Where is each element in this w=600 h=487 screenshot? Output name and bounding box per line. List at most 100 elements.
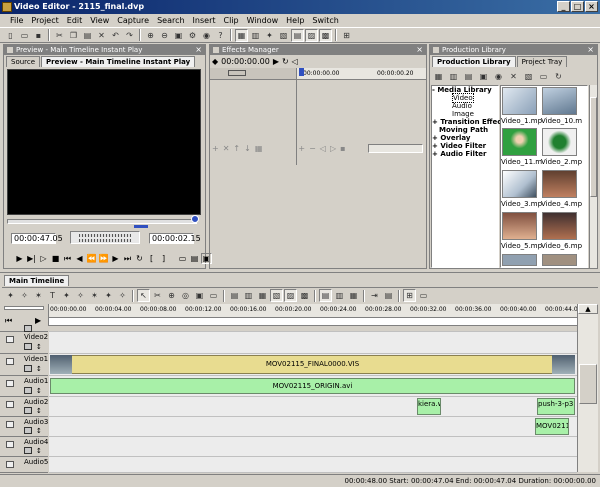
maximize-button[interactable]: □ (571, 1, 584, 12)
layout-5-icon[interactable]: ▨ (305, 28, 318, 42)
lock-icon[interactable] (6, 401, 14, 408)
track-visibility-icon[interactable] (24, 343, 32, 350)
thumb-video-2[interactable] (542, 128, 577, 156)
effect-playhead[interactable] (299, 68, 304, 76)
tab-source[interactable]: Source (6, 56, 41, 67)
help-icon[interactable]: ? (214, 29, 227, 42)
track-expand-icon[interactable]: ↕ (36, 407, 42, 415)
effect-hscroll[interactable] (368, 144, 423, 153)
track-expand-icon[interactable]: ↕ (36, 365, 42, 373)
copy-icon[interactable]: ❐ (67, 29, 80, 42)
effect-play-icon[interactable]: ▶ (273, 57, 279, 66)
effect-loop-icon[interactable]: ↻ (282, 57, 289, 66)
close-button[interactable]: × (585, 1, 598, 12)
effect-ruler[interactable]: 00:00:00.00 00:00:00.20 (297, 68, 426, 80)
clip-audio2-a[interactable]: kiera.wa (417, 398, 441, 415)
thumb-video-1[interactable] (502, 87, 537, 115)
tl-text-icon[interactable]: T (46, 289, 59, 302)
lib-refresh-icon[interactable]: ↻ (552, 70, 565, 83)
zoom-tool-icon[interactable]: ⊕ (165, 289, 178, 302)
tl-view1-icon[interactable]: ▤ (228, 289, 241, 302)
mark-in-icon[interactable]: [ (146, 253, 157, 264)
lib-view1-icon[interactable]: ▦ (432, 70, 445, 83)
new-file-icon[interactable]: ▯ (4, 29, 17, 42)
track-mute-icon[interactable] (24, 387, 32, 394)
next-frame-icon[interactable]: ▶ (110, 253, 121, 264)
open-folder-icon[interactable]: ▭ (18, 29, 31, 42)
zoom-out-icon[interactable]: ⊖ (158, 29, 171, 42)
mark-out-icon[interactable]: ] (158, 253, 169, 264)
undo-icon[interactable]: ↶ (109, 29, 122, 42)
split-view-icon[interactable]: ▤ (189, 253, 200, 264)
thumb-video-10[interactable] (542, 87, 577, 115)
current-time-display[interactable]: 00:00:47.05 (11, 233, 63, 244)
tab-project-tray[interactable]: Project Tray (516, 56, 568, 67)
lib-folder-icon[interactable]: ▭ (537, 70, 550, 83)
rewind-icon[interactable]: ⏪ (86, 253, 97, 264)
tl-list-icon[interactable]: ▤ (382, 289, 395, 302)
zoom-in-icon[interactable]: ⊕ (144, 29, 157, 42)
lib-capture-icon[interactable]: ◉ (492, 70, 505, 83)
menu-search[interactable]: Search (153, 14, 188, 27)
tl-tool5-icon[interactable]: ▣ (193, 289, 206, 302)
tl-view3-icon[interactable]: ▦ (256, 289, 269, 302)
tl-view7-icon[interactable]: ▤ (319, 289, 332, 302)
track-expand-icon[interactable]: ↕ (36, 387, 42, 395)
menu-project[interactable]: Project (27, 14, 62, 27)
library-vscroll[interactable] (589, 85, 597, 268)
down-icon[interactable]: ↓ (244, 144, 251, 153)
tl-end-icon[interactable]: ▶ (35, 316, 41, 325)
menu-edit[interactable]: Edit (63, 14, 87, 27)
loop-icon[interactable]: ↻ (134, 253, 145, 264)
tl-fx7-icon[interactable]: ✦ (102, 289, 115, 302)
go-start-icon[interactable]: ⏮ (62, 253, 73, 264)
go-end-icon[interactable]: ⏭ (122, 253, 133, 264)
tree-moving-path[interactable]: Moving Path (432, 126, 498, 134)
lock-icon[interactable] (6, 380, 14, 387)
tl-grid-icon[interactable]: ⊞ (403, 289, 416, 302)
layout-3-icon[interactable]: ▧ (277, 29, 290, 42)
clip-audio1[interactable]: MOV02115_ORIGIN.avi (50, 378, 575, 394)
select-tool-icon[interactable]: ↖ (137, 289, 150, 302)
lock-icon[interactable] (6, 421, 14, 428)
layout-4-icon[interactable]: ▤ (291, 28, 304, 42)
redo-icon[interactable]: ↷ (123, 29, 136, 42)
play-to-icon[interactable]: ▶| (26, 253, 37, 264)
layout-6-icon[interactable]: ▩ (319, 28, 332, 42)
tree-video-filter[interactable]: + Video Filter (432, 142, 498, 150)
up-icon[interactable]: ↑ (233, 144, 240, 153)
tl-fx4-icon[interactable]: ✦ (60, 289, 73, 302)
tl-monitor-icon[interactable]: ▭ (417, 289, 430, 302)
tl-start-icon[interactable]: ⏮ (5, 316, 12, 326)
tl-view8-icon[interactable]: ▥ (333, 289, 346, 302)
tl-fx2-icon[interactable]: ✧ (18, 289, 31, 302)
tl-view2-icon[interactable]: ▥ (242, 289, 255, 302)
tl-view9-icon[interactable]: ▦ (347, 289, 360, 302)
tl-tool6-icon[interactable]: ▭ (207, 289, 220, 302)
minimize-button[interactable]: _ (557, 1, 570, 12)
lib-import-icon[interactable]: ▣ (477, 70, 490, 83)
prev-frame-icon[interactable]: ◀ (74, 253, 85, 264)
timeline-ruler[interactable]: 00:00:00.00 00:00:04.00 00:00:08.00 00:0… (49, 304, 582, 318)
track-lane-audio4[interactable] (49, 437, 577, 457)
tl-view4-icon[interactable]: ▧ (270, 289, 283, 302)
lib-delete-icon[interactable]: ✕ (507, 70, 520, 83)
tl-fx3-icon[interactable]: ✶ (32, 289, 45, 302)
tl-snap-icon[interactable]: ⇥ (368, 289, 381, 302)
layout-1-icon[interactable]: ▦ (235, 28, 248, 42)
menu-window[interactable]: Window (243, 14, 283, 27)
cut-icon[interactable]: ✂ (53, 29, 66, 42)
tab-main-timeline[interactable]: Main Timeline (4, 275, 70, 286)
next-key-icon[interactable]: ▷ (330, 144, 336, 153)
prev-key-icon[interactable]: ◁ (320, 144, 326, 153)
tree-transition-effect[interactable]: + Transition Effect (432, 118, 505, 126)
menu-insert[interactable]: Insert (189, 14, 220, 27)
delete-icon[interactable]: ✕ (95, 29, 108, 42)
tree-overlay[interactable]: + Overlay (432, 134, 498, 142)
duration-display[interactable]: 00:00:02.15 (149, 233, 201, 244)
thumb-video-3[interactable] (502, 170, 537, 198)
track-expand-icon[interactable]: ↕ (36, 427, 42, 435)
del-key-icon[interactable]: − (309, 144, 316, 153)
timeline-zoom-slider[interactable] (4, 306, 44, 310)
track-visibility-icon[interactable] (24, 365, 32, 372)
